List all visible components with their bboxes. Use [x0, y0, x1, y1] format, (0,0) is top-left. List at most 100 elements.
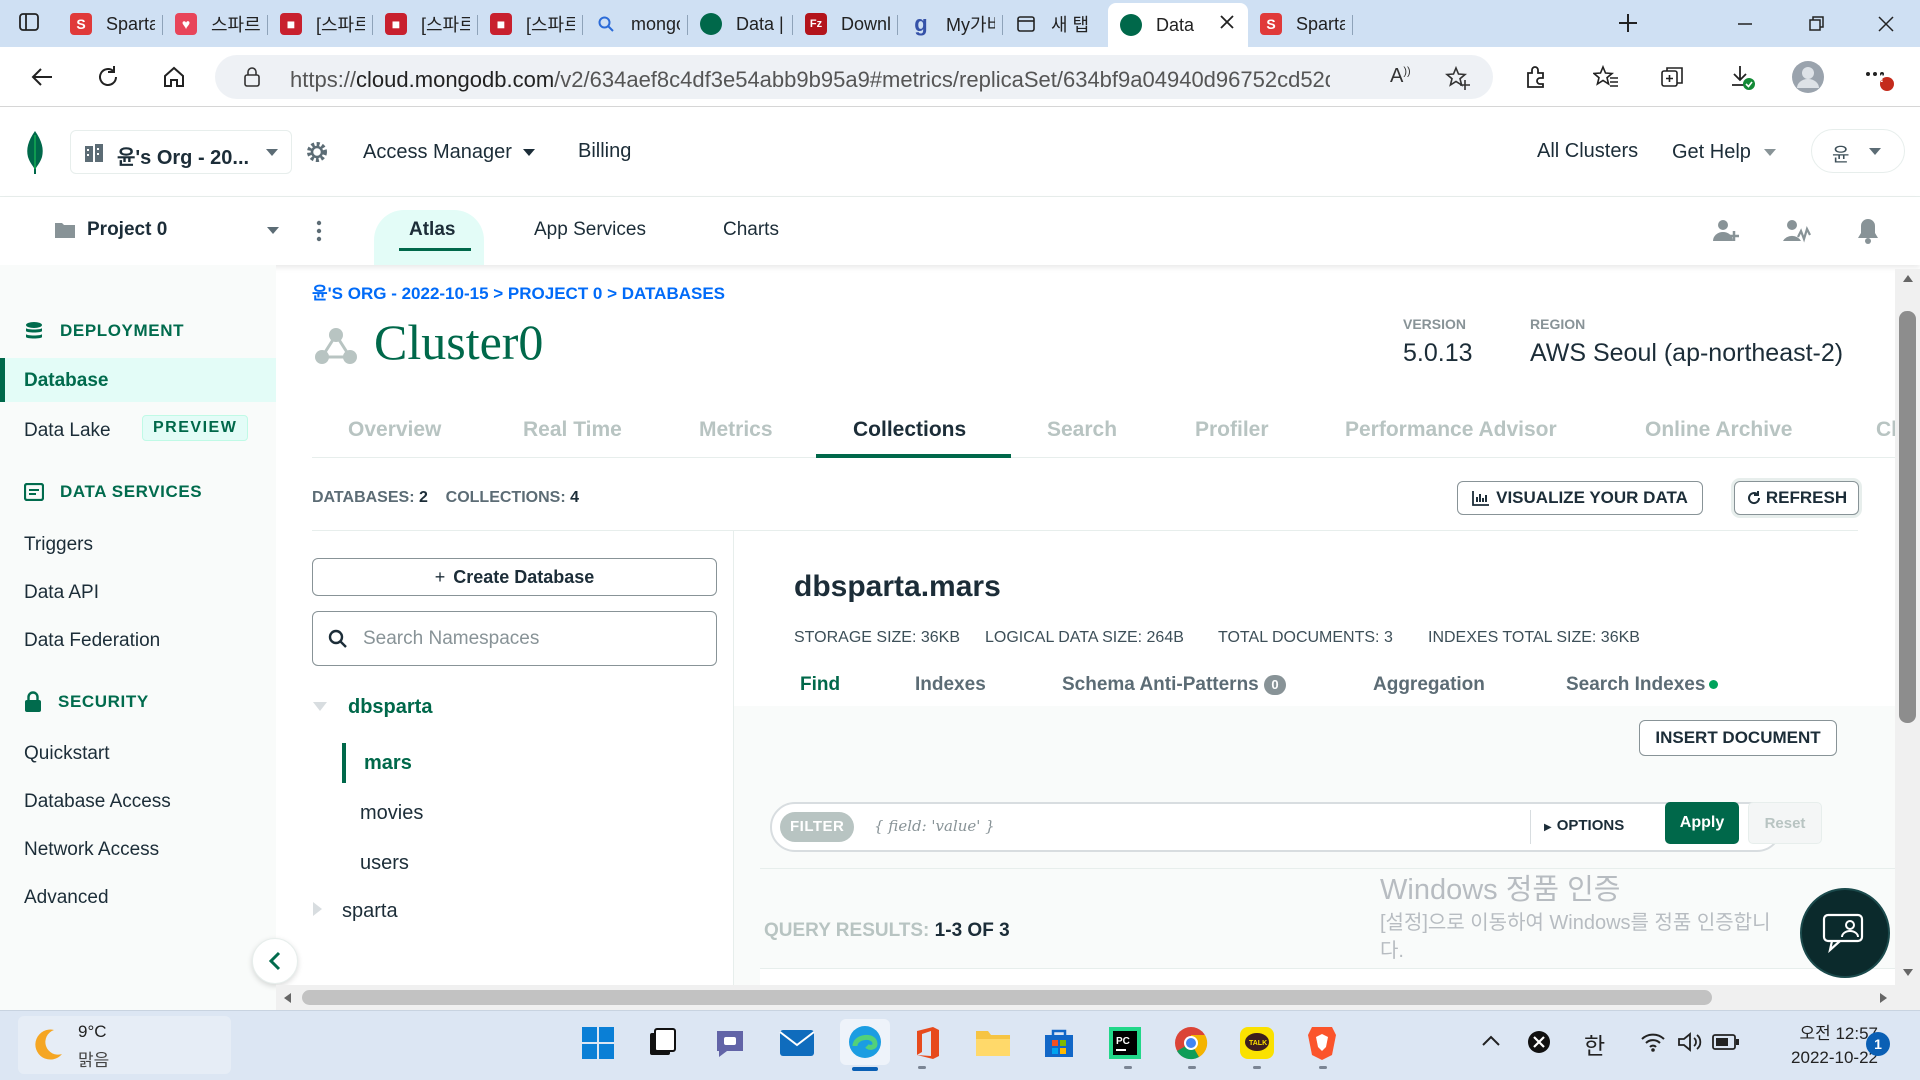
billing-link[interactable]: Billing [578, 140, 631, 163]
kakaotalk-icon[interactable]: TALK [1237, 1023, 1277, 1063]
options-toggle[interactable]: ▶ OPTIONS [1544, 817, 1624, 834]
battery-icon[interactable] [1712, 1032, 1740, 1052]
wifi-icon[interactable] [1640, 1030, 1666, 1054]
edge-browser-icon[interactable] [840, 1019, 890, 1065]
browser-tab[interactable]: ■[스파르E [478, 4, 583, 44]
horizontal-scrollbar-thumb[interactable] [302, 990, 1712, 1005]
collapse-sidebar-button[interactable] [252, 938, 298, 984]
breadcrumb[interactable]: 윤'S ORG - 2022-10-15 > PROJECT 0 > DATAB… [312, 279, 725, 304]
browser-tab[interactable]: ■[스파르E [268, 4, 373, 44]
subtab-indexes[interactable]: Indexes [915, 674, 986, 696]
namespace-collection-mars[interactable]: mars [364, 752, 412, 775]
caret-down-icon[interactable] [266, 226, 280, 236]
teams-chat-icon[interactable] [710, 1023, 750, 1063]
browser-tab[interactable]: FzDownloa [793, 4, 898, 44]
insert-document-button[interactable]: INSERT DOCUMENT [1639, 720, 1837, 756]
file-explorer-icon[interactable] [973, 1023, 1013, 1063]
tab-performance-advisor[interactable]: Performance Advisor [1345, 418, 1557, 442]
sidebar-item-quickstart[interactable]: Quickstart [24, 743, 110, 765]
tab-metrics[interactable]: Metrics [699, 418, 773, 442]
notification-count-badge[interactable]: 1 [1866, 1032, 1890, 1056]
search-namespaces-input[interactable]: Search Namespaces [312, 611, 717, 666]
filter-bar[interactable]: FILTER { field: 'value' } ▶ OPTIONS [770, 802, 1782, 852]
extensions-icon[interactable] [1516, 57, 1556, 97]
browser-tab[interactable]: SSpartaCo [1248, 4, 1353, 44]
mongodb-leaf-logo-icon[interactable] [24, 129, 46, 175]
app-tray-x-icon[interactable] [1527, 1030, 1551, 1054]
reload-icon[interactable] [88, 57, 128, 97]
sidebar-item-data-lake[interactable]: Data Lake [24, 420, 111, 442]
subtab-search-indexes[interactable]: Search Indexes [1566, 674, 1719, 696]
create-database-button[interactable]: + Create Database [312, 558, 717, 596]
subtab-find[interactable]: Find [800, 674, 840, 696]
tab-online-archive[interactable]: Online Archive [1645, 418, 1792, 442]
close-tab-icon[interactable] [1218, 13, 1236, 31]
tab-profiler[interactable]: Profiler [1195, 418, 1269, 442]
sidebar-item-database[interactable]: Database [0, 358, 276, 402]
sidebar-item-data-federation[interactable]: Data Federation [24, 630, 160, 652]
reset-button[interactable]: Reset [1748, 802, 1822, 844]
org-settings-gear-icon[interactable] [305, 140, 329, 164]
downloads-icon[interactable] [1722, 57, 1762, 97]
notifications-bell-icon[interactable] [1856, 217, 1880, 245]
tab-real-time[interactable]: Real Time [523, 418, 622, 442]
namespace-db-sparta[interactable]: sparta [342, 900, 398, 923]
tab-app-services[interactable]: App Services [534, 219, 646, 241]
browser-tab[interactable]: ■[스파르E [373, 4, 478, 44]
volume-icon[interactable] [1676, 1030, 1702, 1054]
namespace-db-dbsparta[interactable]: dbsparta [348, 696, 432, 719]
favorites-icon[interactable] [1586, 57, 1626, 97]
user-menu[interactable]: 윤 [1811, 129, 1905, 173]
restore-icon[interactable] [1806, 14, 1826, 34]
visualize-data-button[interactable]: VISUALIZE YOUR DATA [1457, 481, 1703, 515]
lock-icon[interactable] [243, 67, 261, 87]
access-manager-menu[interactable]: Access Manager [363, 141, 536, 164]
browser-tab-active[interactable]: Data [1108, 3, 1248, 47]
mail-icon[interactable] [777, 1023, 817, 1063]
read-aloud-icon[interactable]: A)) [1390, 65, 1411, 88]
refresh-button[interactable]: REFRESH [1734, 481, 1859, 515]
browser-tab[interactable]: Data | Cl [688, 4, 793, 44]
show-hidden-icons-chevron-icon[interactable] [1480, 1033, 1502, 1049]
back-icon[interactable] [22, 57, 62, 97]
sidebar-item-advanced[interactable]: Advanced [24, 887, 109, 909]
settings-more-icon[interactable]: ! [1858, 57, 1898, 97]
namespace-collection-movies[interactable]: movies [360, 802, 423, 825]
activity-feed-icon[interactable] [1782, 217, 1812, 245]
sidebar-item-data-api[interactable]: Data API [24, 582, 99, 604]
get-help-menu[interactable]: Get Help [1672, 141, 1777, 164]
vertical-scrollbar[interactable] [1895, 269, 1920, 1010]
browser-tab[interactable]: ♥스파르E [163, 4, 268, 44]
tab-collections[interactable]: Collections [853, 418, 966, 442]
office-icon[interactable] [908, 1023, 948, 1063]
sidebar-item-database-access[interactable]: Database Access [24, 791, 171, 813]
task-view-icon[interactable] [643, 1023, 683, 1063]
tab-search[interactable]: Search [1047, 418, 1117, 442]
project-selector[interactable]: Project 0 [87, 219, 167, 241]
brave-browser-icon[interactable] [1302, 1023, 1342, 1063]
invite-user-icon[interactable] [1712, 217, 1740, 245]
horizontal-scrollbar[interactable] [276, 985, 1895, 1010]
namespace-collection-users[interactable]: users [360, 852, 409, 875]
project-more-icon[interactable] [314, 219, 324, 243]
minimize-icon[interactable] [1735, 14, 1755, 34]
org-selector[interactable]: 윤's Org - 20... [70, 130, 292, 174]
chrome-icon[interactable] [1171, 1023, 1211, 1063]
support-chat-button[interactable] [1800, 888, 1890, 978]
start-windows-icon[interactable] [578, 1023, 618, 1063]
subtab-schema-anti-patterns[interactable]: Schema Anti-Patterns 0 [1062, 674, 1287, 696]
filter-query-input[interactable]: { field: 'value' } [874, 817, 995, 835]
home-icon[interactable] [154, 57, 194, 97]
tab-atlas[interactable]: Atlas [409, 219, 455, 241]
apply-button[interactable]: Apply [1665, 802, 1739, 844]
sidebar-item-triggers[interactable]: Triggers [24, 534, 93, 556]
ime-indicator[interactable]: 한 [1584, 1027, 1605, 1061]
expand-caret-right-icon[interactable] [312, 901, 324, 917]
all-clusters-link[interactable]: All Clusters [1537, 140, 1638, 163]
address-bar[interactable]: https://cloud.mongodb.com/v2/634aef8c4df… [215, 55, 1493, 99]
tab-overview[interactable]: Overview [348, 418, 441, 442]
collections-icon[interactable] [1652, 57, 1692, 97]
expand-caret-down-icon[interactable] [312, 701, 328, 713]
subtab-aggregation[interactable]: Aggregation [1373, 674, 1485, 696]
pycharm-icon[interactable]: PC [1105, 1023, 1145, 1063]
